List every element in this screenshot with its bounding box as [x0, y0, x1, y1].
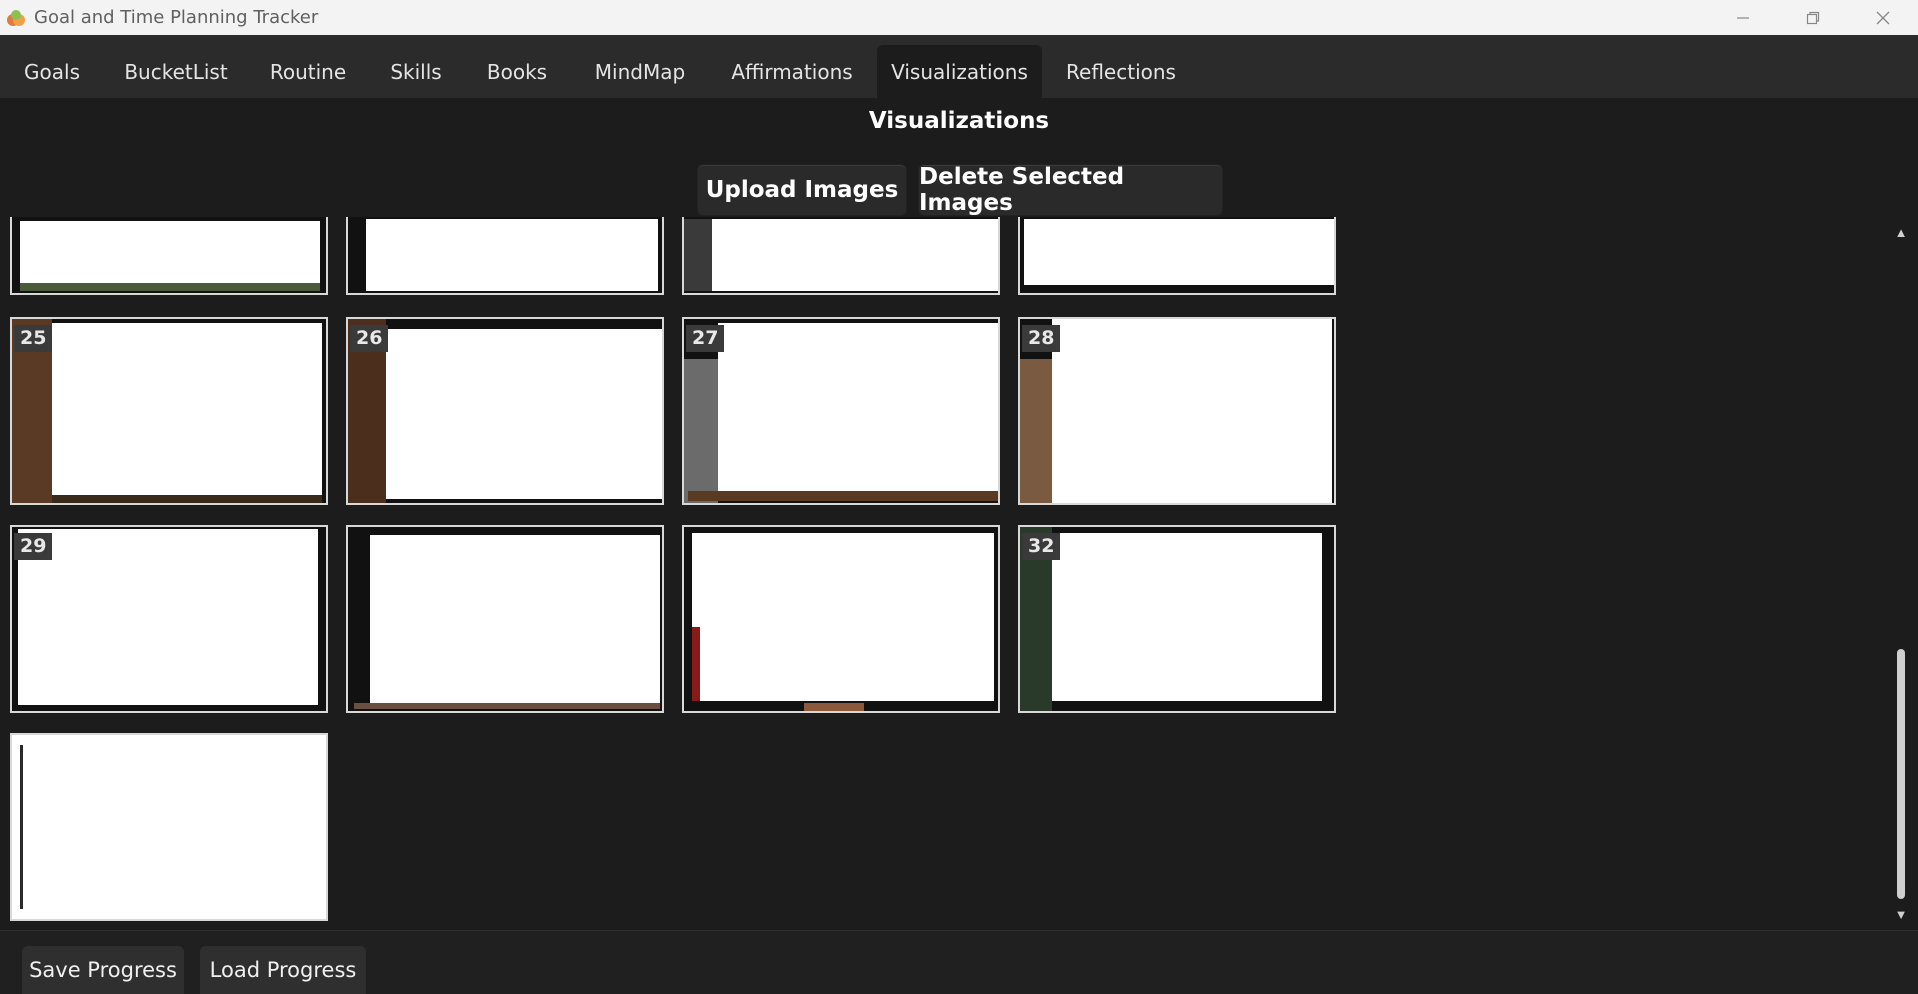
delete-selected-images-button[interactable]: Delete Selected Images — [918, 164, 1223, 216]
image-number: 27 — [686, 325, 725, 352]
image-thumbnail[interactable] — [10, 217, 328, 295]
minimize-icon — [1737, 16, 1749, 19]
image-number: 29 — [14, 533, 53, 560]
image-thumbnail[interactable] — [682, 217, 1000, 295]
image-thumbnail[interactable]: 25 — [10, 317, 328, 505]
app-window: Goal and Time Planning Tracker Goals Buc… — [0, 0, 1918, 994]
tab-skills[interactable]: Skills — [376, 45, 456, 98]
image-number: 28 — [1022, 325, 1061, 352]
close-icon — [1876, 11, 1890, 24]
title-bar: Goal and Time Planning Tracker — [0, 0, 1918, 35]
image-thumbnail[interactable]: 32 — [1018, 525, 1336, 713]
upload-images-button[interactable]: Upload Images — [697, 164, 907, 216]
bottom-bar: Save Progress Load Progress — [0, 930, 1918, 994]
window-controls — [1708, 0, 1918, 35]
tab-goals[interactable]: Goals — [10, 45, 94, 98]
close-button[interactable] — [1848, 0, 1918, 35]
image-gallery[interactable]: 25 26 27 28 29 32 — [0, 217, 1890, 929]
image-thumbnail[interactable] — [346, 217, 664, 295]
restore-button[interactable] — [1778, 0, 1848, 35]
window-title: Goal and Time Planning Tracker — [34, 7, 319, 28]
image-number: 32 — [1022, 533, 1061, 560]
app-logo-icon — [6, 8, 26, 28]
tab-visualizations[interactable]: Visualizations — [877, 45, 1042, 98]
image-thumbnail[interactable]: 28 — [1018, 317, 1336, 505]
tab-affirmations[interactable]: Affirmations — [720, 45, 864, 98]
image-thumbnail[interactable]: 26 — [346, 317, 664, 505]
image-thumbnail[interactable] — [10, 733, 328, 921]
image-thumbnail[interactable]: 27 — [682, 317, 1000, 505]
tab-bar: Goals BucketList Routine Skills Books Mi… — [0, 35, 1918, 98]
image-number: 25 — [14, 325, 53, 352]
tab-mindmap[interactable]: MindMap — [578, 45, 702, 98]
scroll-down-arrow-icon[interactable]: ▼ — [1894, 907, 1908, 922]
image-number: 26 — [350, 325, 389, 352]
tab-routine[interactable]: Routine — [258, 45, 358, 98]
image-thumbnail[interactable] — [1018, 217, 1336, 295]
minimize-button[interactable] — [1708, 0, 1778, 35]
scrollbar-thumb[interactable] — [1897, 649, 1905, 899]
tab-books[interactable]: Books — [474, 45, 560, 98]
image-thumbnail[interactable]: 29 — [10, 525, 328, 713]
tab-bucketlist[interactable]: BucketList — [112, 45, 240, 98]
page-title: Visualizations — [868, 108, 1050, 134]
restore-icon — [1806, 11, 1820, 24]
image-thumbnail[interactable] — [682, 525, 1000, 713]
tab-reflections[interactable]: Reflections — [1056, 45, 1186, 98]
image-thumbnail[interactable] — [346, 525, 664, 713]
gallery-scrollbar[interactable]: ▲ ▼ — [1890, 217, 1912, 929]
save-progress-button[interactable]: Save Progress — [22, 946, 184, 994]
load-progress-button[interactable]: Load Progress — [200, 946, 366, 994]
scroll-up-arrow-icon[interactable]: ▲ — [1894, 225, 1908, 240]
